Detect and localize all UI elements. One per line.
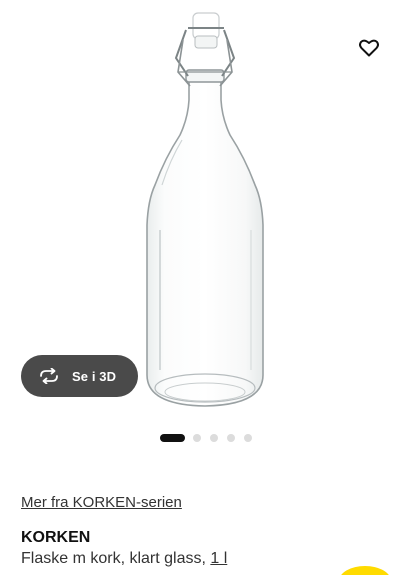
product-size-link[interactable]: 1 l xyxy=(210,550,227,567)
product-description-text: Flaske m kork, klart glass, xyxy=(21,550,211,567)
view-in-3d-button[interactable]: Se i 3D xyxy=(21,355,138,397)
rotate-3d-icon xyxy=(38,367,62,385)
view-in-3d-label: Se i 3D xyxy=(72,368,117,384)
pagination-dot[interactable] xyxy=(244,434,252,442)
gallery-pagination xyxy=(160,433,261,443)
product-gallery[interactable]: Se i 3D xyxy=(0,0,411,420)
price-badge xyxy=(339,566,391,575)
heart-icon xyxy=(359,39,379,57)
series-link[interactable]: Mer fra KORKEN-serien xyxy=(21,494,182,511)
pagination-dot[interactable] xyxy=(210,434,218,442)
pagination-dot[interactable] xyxy=(227,434,235,442)
favorite-button[interactable] xyxy=(355,34,383,62)
pagination-dot[interactable] xyxy=(193,434,201,442)
pagination-dot-active[interactable] xyxy=(160,434,185,442)
product-name: KORKEN xyxy=(21,529,91,546)
product-page: Se i 3D Mer fra KORKEN-serien KORKEN Fla… xyxy=(0,0,411,575)
product-description: Flaske m kork, klart glass, 1 l xyxy=(21,550,227,568)
